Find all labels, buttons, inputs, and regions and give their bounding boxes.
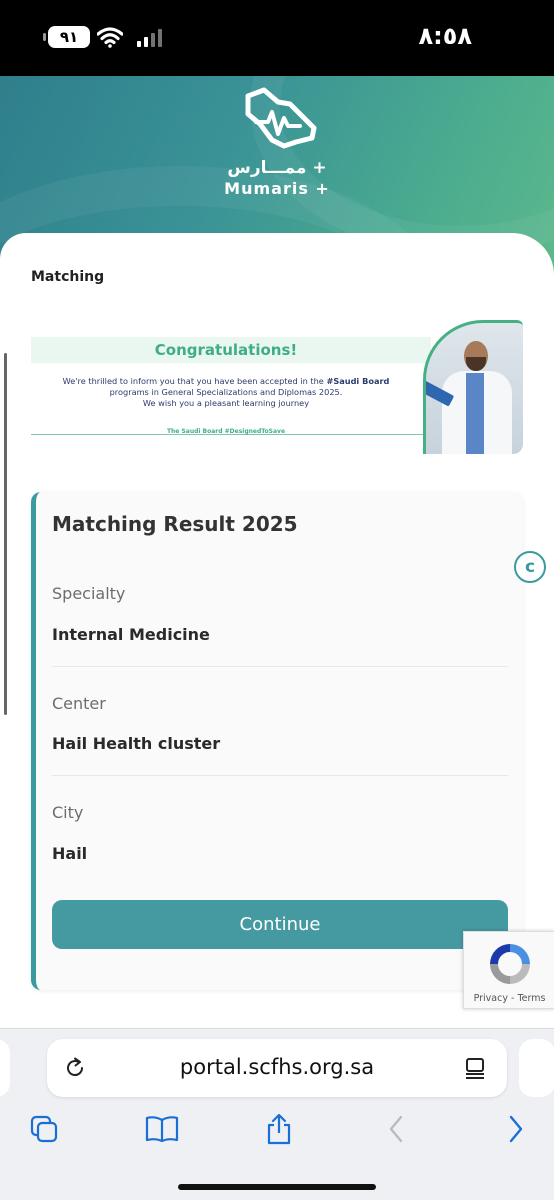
divider — [52, 775, 508, 776]
home-indicator[interactable] — [178, 1184, 376, 1190]
continue-button[interactable]: Continue — [52, 900, 508, 949]
clock: ٨:٥٨ — [418, 22, 472, 50]
banner-line2: programs in General Specializations and … — [109, 387, 343, 397]
forward-button[interactable] — [496, 1109, 536, 1149]
recaptcha-links[interactable]: Privacy - Terms — [464, 993, 554, 1004]
share-button[interactable] — [259, 1109, 299, 1149]
result-title: Matching Result 2025 — [52, 512, 298, 536]
banner-tagline: The Saudi Board #DesignedToSave — [166, 428, 286, 435]
doctor-photo — [423, 320, 523, 454]
mumaris-logo-icon — [245, 87, 317, 149]
banner-line1: We're thrilled to inform you that you ha… — [62, 376, 327, 386]
battery-icon: ٩١ — [43, 26, 90, 48]
accessibility-widget-icon[interactable]: c — [514, 551, 546, 583]
logo-arabic-text: ممـــارس + — [227, 158, 327, 178]
congratulations-banner: Congratulations! We're thrilled to infor… — [31, 320, 523, 454]
url-text[interactable]: portal.scfhs.org.sa — [47, 1055, 507, 1079]
next-tab-peek[interactable] — [519, 1039, 554, 1097]
banner-line3: We wish you a pleasant learning journey — [142, 398, 310, 408]
wifi-icon — [97, 27, 123, 48]
signal-icon — [137, 29, 162, 47]
center-label: Center — [52, 694, 106, 713]
recaptcha-badge[interactable]: Privacy - Terms — [463, 931, 554, 1009]
tabs-icon — [30, 1115, 58, 1143]
banner-heading: Congratulations! — [154, 341, 298, 359]
recaptcha-icon — [490, 944, 530, 984]
battery-level: ٩١ — [59, 28, 79, 46]
bookmarks-button[interactable] — [142, 1109, 182, 1149]
tabs-button[interactable] — [24, 1109, 64, 1149]
scrollbar[interactable] — [4, 353, 7, 715]
chevron-left-icon — [389, 1115, 403, 1143]
city-value: Hail — [52, 844, 88, 863]
status-bar: ٩١ ٨:٥٨ — [0, 0, 554, 76]
matching-result-card: Matching Result 2025 Specialty Internal … — [31, 492, 523, 990]
chevron-right-icon — [509, 1115, 523, 1143]
browser-toolbar: portal.scfhs.org.sa — [0, 1028, 554, 1200]
banner-hashtag: #Saudi Board — [326, 376, 390, 386]
specialty-value: Internal Medicine — [52, 625, 210, 644]
logo-english-text: Mumaris + — [224, 179, 330, 198]
divider — [52, 666, 508, 667]
banner-message: We're thrilled to inform you that you ha… — [31, 376, 421, 409]
back-button[interactable] — [376, 1109, 416, 1149]
page-title: Matching — [31, 269, 105, 285]
city-label: City — [52, 803, 84, 822]
navigation-toolbar — [0, 1109, 554, 1153]
address-bar[interactable]: portal.scfhs.org.sa — [47, 1039, 507, 1097]
previous-tab-peek[interactable] — [0, 1039, 10, 1097]
page-content: Matching Congratulations! We're thrilled… — [0, 233, 554, 1028]
reader-mode-icon[interactable] — [463, 1056, 487, 1080]
specialty-label: Specialty — [52, 584, 126, 603]
share-icon — [267, 1113, 291, 1145]
center-value: Hail Health cluster — [52, 734, 221, 753]
book-icon — [145, 1116, 179, 1143]
